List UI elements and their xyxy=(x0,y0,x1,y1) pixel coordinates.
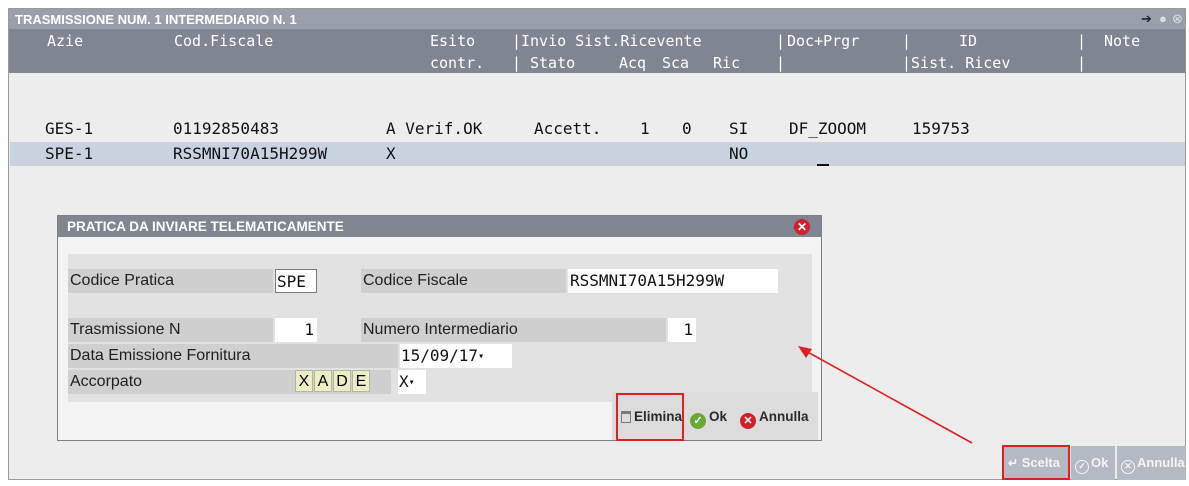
cell-doc: DF_ZOOOM xyxy=(789,119,867,138)
text-cursor xyxy=(817,164,829,166)
data-emissione-label: Data Emissione Fornitura xyxy=(68,344,398,368)
col-separator: | xyxy=(776,54,786,72)
pin-icon[interactable]: ➔ xyxy=(1141,11,1152,27)
cell-azie: GES-1 xyxy=(45,119,94,138)
cell-ric: SI xyxy=(729,119,749,138)
check-icon: ✓ xyxy=(690,413,706,429)
toolbar-ok-button[interactable]: ✓ Ok xyxy=(1071,446,1115,480)
dialog-title: PRATICA DA INVIARE TELEMATICAMENTE xyxy=(67,219,344,234)
codice-pratica-label: Codice Pratica xyxy=(68,269,273,293)
numero-intermediario-input[interactable]: 1 xyxy=(668,318,696,342)
col-invio-header: Invio Sist.Ricevente xyxy=(521,32,702,50)
cell-cod-fiscale: RSSMNI70A15H299W xyxy=(173,144,328,163)
data-emissione-value: 15/09/17 xyxy=(401,346,479,365)
elimina-label: Elimina xyxy=(634,409,683,424)
col-separator: | xyxy=(1077,54,1087,72)
accorpato-option-x[interactable]: X xyxy=(295,370,313,392)
col-id-header: ID xyxy=(959,32,978,50)
ok-button[interactable]: ✓ Ok xyxy=(690,393,727,441)
col-separator: | xyxy=(512,32,522,50)
table-header-row-1: Azie Cod.Fiscale Esito | Invio Sist.Rice… xyxy=(9,29,1185,51)
codice-fiscale-label: Codice Fiscale xyxy=(361,269,566,293)
col-sist-ricev-header: |Sist. Ricev xyxy=(902,54,1011,72)
col-esito-header: Esito xyxy=(430,32,476,50)
col-separator: | xyxy=(902,32,912,50)
cell-stato: Accett. xyxy=(534,119,602,138)
return-icon: ↵ xyxy=(1008,456,1019,470)
cell-azie: SPE-1 xyxy=(45,144,94,163)
data-emissione-dropdown[interactable]: 15/09/17▾ xyxy=(400,344,512,368)
cell-id: 159753 xyxy=(912,119,970,138)
col-separator: | xyxy=(1077,32,1087,50)
col-doc-header: Doc+Prgr xyxy=(787,32,860,50)
col-separator: | xyxy=(512,54,522,72)
close-icon[interactable]: ✕ xyxy=(794,219,810,235)
annotation-arrow xyxy=(798,346,973,444)
col-acq-header: Acq xyxy=(619,54,647,72)
col-note-header: Note xyxy=(1104,32,1141,50)
elimina-button[interactable]: Elimina xyxy=(616,393,684,441)
trasmissione-label: Trasmissione N xyxy=(68,318,273,342)
ok-label: Ok xyxy=(709,409,728,424)
toolbar-annulla-label: Annulla xyxy=(1137,455,1185,470)
accorpato-label: Accorpato xyxy=(68,370,288,394)
chevron-down-icon: ▾ xyxy=(478,351,485,362)
toolbar-ok-label: Ok xyxy=(1091,455,1109,470)
col-contr-header: contr. xyxy=(430,54,485,72)
trash-icon xyxy=(621,411,631,423)
table-row-selected[interactable]: SPE-1 RSSMNI70A15H299W X NO xyxy=(10,142,1185,166)
check-icon: ✓ xyxy=(1075,460,1089,474)
col-ric-header: Ric xyxy=(713,54,741,72)
close-icon[interactable]: ⊗ xyxy=(1172,11,1183,27)
numero-intermediario-label: Numero Intermediario xyxy=(361,318,666,342)
cell-ric: NO xyxy=(729,144,749,163)
pratica-dialog: PRATICA DA INVIARE TELEMATICAMENTE ✕ Cod… xyxy=(57,215,822,441)
scelta-label: Scelta xyxy=(1021,455,1060,470)
accorpato-dropdown[interactable]: X▾ xyxy=(398,370,426,394)
col-azie-header: Azie xyxy=(47,32,84,50)
col-separator: | xyxy=(776,32,786,50)
table-header-row-2: contr. | Stato Acq Sca Ric | |Sist. Rice… xyxy=(9,51,1185,73)
cancel-icon: ✕ xyxy=(740,413,756,429)
title-bar: TRASMISSIONE NUM. 1 INTERMEDIARIO N. 1 ➔… xyxy=(9,9,1185,29)
chevron-down-icon: ▾ xyxy=(408,377,415,388)
cell-cod-fiscale: 01192850483 xyxy=(173,119,279,138)
col-cod-fiscale-header: Cod.Fiscale xyxy=(174,32,274,50)
toolbar-annulla-button[interactable]: ✕ Annulla xyxy=(1117,446,1186,480)
accorpato-option-a[interactable]: A xyxy=(314,370,332,392)
col-sca-header: Sca xyxy=(662,54,690,72)
circle-icon[interactable]: ● xyxy=(1159,11,1167,26)
accorpato-value: X xyxy=(399,372,409,391)
cell-esito: X xyxy=(386,144,396,163)
window-title: TRASMISSIONE NUM. 1 INTERMEDIARIO N. 1 xyxy=(15,12,297,27)
accorpato-option-d[interactable]: D xyxy=(333,370,351,392)
cell-esito: A Verif.OK xyxy=(386,119,483,138)
table-row[interactable]: GES-1 01192850483 A Verif.OK Accett. 1 0… xyxy=(9,119,1185,141)
codice-pratica-input[interactable]: SPE xyxy=(275,269,317,293)
scelta-button[interactable]: ↵ Scelta xyxy=(1002,445,1070,480)
cancel-icon: ✕ xyxy=(1121,460,1135,474)
cell-acq: 1 xyxy=(640,119,650,138)
cell-sca: 0 xyxy=(682,119,692,138)
col-stato-header: Stato xyxy=(530,54,576,72)
trasmissione-input[interactable]: 1 xyxy=(275,318,317,342)
accorpato-option-e[interactable]: E xyxy=(352,370,370,392)
dialog-title-bar: PRATICA DA INVIARE TELEMATICAMENTE ✕ xyxy=(58,216,821,237)
codice-fiscale-input[interactable]: RSSMNI70A15H299W xyxy=(568,269,778,293)
